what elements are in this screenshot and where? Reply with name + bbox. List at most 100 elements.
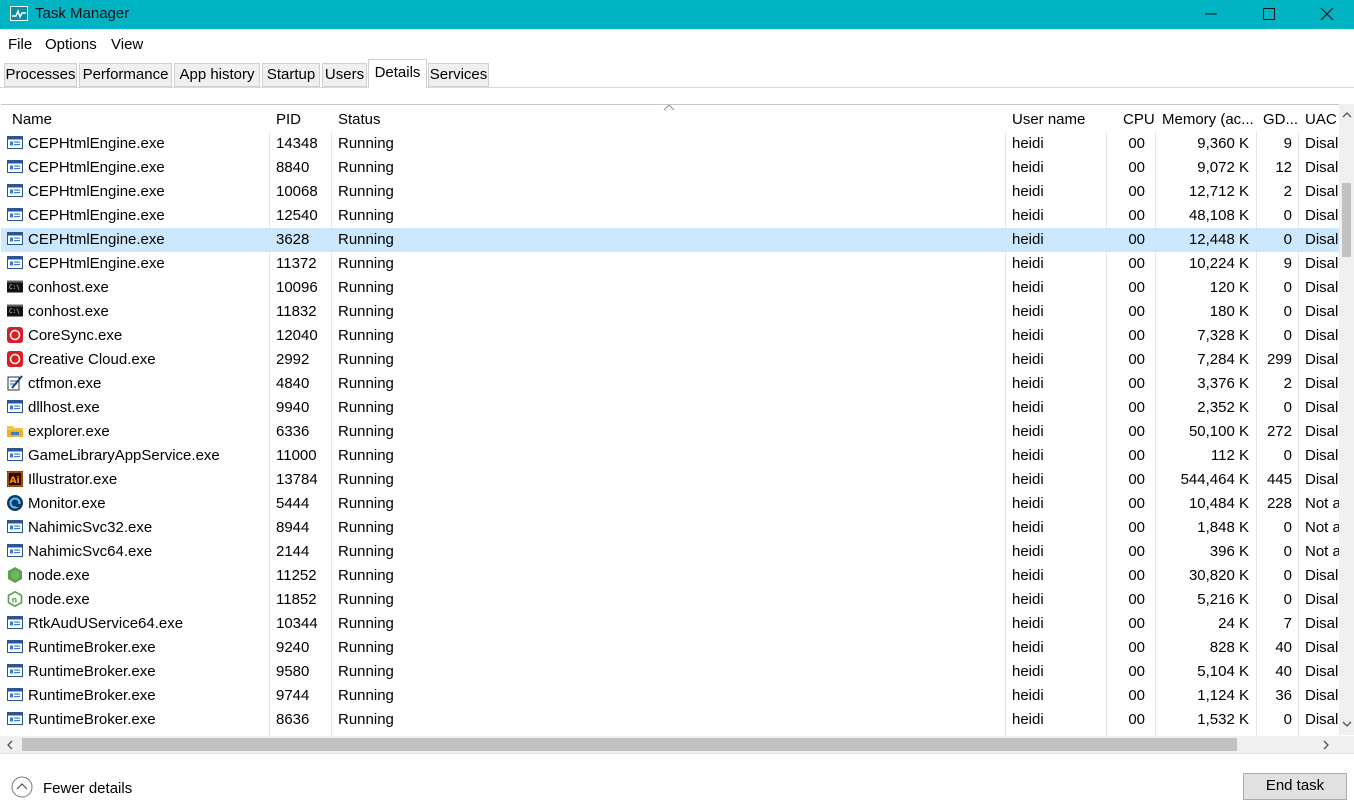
process-gdi: 2	[1283, 183, 1292, 200]
process-uac: Disal	[1305, 279, 1339, 296]
process-status: Running	[338, 471, 394, 488]
process-gdi: 0	[1283, 567, 1292, 584]
window-app-icon	[7, 183, 23, 199]
maximize-button[interactable]	[1240, 0, 1298, 29]
tab-processes[interactable]: Processes	[4, 63, 77, 87]
tab-performance[interactable]: Performance	[79, 63, 172, 87]
fewer-details-link[interactable]: Fewer details	[43, 780, 132, 797]
table-row[interactable]: Creative Cloud.exe 2992 Running heidi 00 7,28…	[1, 348, 1339, 372]
process-status: Running	[338, 423, 394, 440]
tab-services[interactable]: Services	[428, 63, 489, 87]
table-row[interactable]: CEPHtmlEngine.exe 14348 Running heidi 00 9,36…	[1, 132, 1339, 156]
process-gdi: 0	[1283, 399, 1292, 416]
svg-text:C:\: C:\	[9, 308, 20, 315]
table-row[interactable]: explorer.exe 6336 Running heidi 00 50,100 K 27…	[1, 420, 1339, 444]
column-header-pid[interactable]: PID	[276, 111, 301, 128]
table-row[interactable]: NahimicSvc32.exe 8944 Running heidi 00 1,848 …	[1, 516, 1339, 540]
table-row[interactable]: ctfmon.exe 4840 Running heidi 00 3,376 K 2 Disa…	[1, 372, 1339, 396]
column-header-uac[interactable]: UAC	[1305, 111, 1337, 128]
process-pid: 6336	[276, 423, 310, 440]
process-name: RuntimeBroker.exe	[28, 663, 156, 680]
table-row[interactable]: CEPHtmlEngine.exe 10068 Running heidi 00 12,7…	[1, 180, 1339, 204]
menu-file[interactable]: File	[8, 36, 32, 53]
process-cpu: 00	[1128, 135, 1145, 152]
vertical-scrollbar[interactable]	[1339, 104, 1354, 735]
chevron-up-circle-icon[interactable]	[10, 776, 40, 800]
scroll-left-icon[interactable]	[6, 740, 14, 750]
window-app-icon	[7, 255, 23, 271]
process-user: heidi	[1012, 615, 1044, 632]
process-uac: Disal	[1305, 711, 1339, 728]
tab-startup[interactable]: Startup	[262, 63, 320, 87]
column-header-status[interactable]: Status	[338, 111, 381, 128]
column-header-memory[interactable]: Memory (ac...	[1162, 111, 1254, 128]
scroll-down-icon[interactable]	[1342, 720, 1352, 728]
node-outline-icon: n	[7, 590, 23, 608]
process-name: conhost.exe	[28, 303, 109, 320]
process-cpu: 00	[1128, 615, 1145, 632]
table-row[interactable]: RuntimeBroker.exe 9240 Running heidi 00 828 K…	[1, 636, 1339, 660]
title-bar[interactable]: Task Manager	[0, 0, 1354, 29]
table-row[interactable]: C:\ conhost.exe 10096 Running heidi 00 120 K 0D…	[1, 276, 1339, 300]
column-header-gdi[interactable]: GD...	[1263, 111, 1298, 128]
details-table[interactable]: Name PID Status User name CPU Memory (ac…	[1, 104, 1339, 736]
table-row[interactable]: RuntimeBroker.exe 9744 Running heidi 00 1,124…	[1, 684, 1339, 708]
scroll-up-icon[interactable]	[1342, 111, 1352, 119]
process-name: CEPHtmlEngine.exe	[28, 231, 165, 248]
column-header-cpu[interactable]: CPU	[1123, 111, 1155, 128]
column-header-user-name[interactable]: User name	[1012, 111, 1085, 128]
process-status: Running	[338, 687, 394, 704]
tab-details[interactable]: Details	[368, 59, 427, 89]
table-row[interactable]: C:\ conhost.exe 11832 Running heidi 00 180 K 0D…	[1, 300, 1339, 324]
scroll-right-icon[interactable]	[1322, 740, 1330, 750]
process-uac: Disal	[1305, 591, 1339, 608]
table-row[interactable]: GameLibraryAppService.exe 11000 Running hei…	[1, 444, 1339, 468]
process-name: dllhost.exe	[28, 399, 100, 416]
table-row[interactable]: Monitor.exe 5444 Running heidi 00 10,484 K 228…	[1, 492, 1339, 516]
menu-view[interactable]: View	[111, 36, 143, 53]
column-header-name[interactable]: Name	[12, 111, 52, 128]
table-row[interactable]: RuntimeBroker.exe 9580 Running heidi 00 5,104…	[1, 660, 1339, 684]
process-user: heidi	[1012, 495, 1044, 512]
tab-app-history[interactable]: App history	[174, 63, 260, 87]
process-mem: 10,224 K	[1188, 255, 1249, 272]
process-uac: Disal	[1305, 207, 1339, 224]
horizontal-scroll-thumb[interactable]	[22, 738, 1237, 751]
table-row[interactable]: node.exe 11252 Running heidi 00 30,820 K 0 Disa…	[1, 564, 1339, 588]
table-row[interactable]: CEPHtmlEngine.exe 8840 Running heidi 00 9,072…	[1, 156, 1339, 180]
tab-users[interactable]: Users	[322, 63, 367, 87]
svg-text:C:\: C:\	[9, 284, 20, 291]
minimize-button[interactable]	[1182, 0, 1240, 29]
table-row[interactable]: NahimicSvc64.exe 2144 Running heidi 00 396 K 0…	[1, 540, 1339, 564]
process-uac: Disal	[1305, 423, 1339, 440]
close-button[interactable]	[1298, 0, 1354, 29]
table-row[interactable]: CoreSync.exe 12040 Running heidi 00 7,328 K 0D…	[1, 324, 1339, 348]
vertical-scroll-thumb[interactable]	[1342, 183, 1351, 257]
process-cpu: 00	[1128, 255, 1145, 272]
process-name: NahimicSvc32.exe	[28, 519, 153, 536]
pen-notepad-icon	[7, 375, 23, 391]
horizontal-scrollbar[interactable]	[0, 736, 1339, 753]
table-row[interactable]: RuntimeBroker.exe 8636 Running heidi 00 1,532…	[1, 708, 1339, 732]
process-gdi: 0	[1283, 231, 1292, 248]
process-cpu: 00	[1128, 423, 1145, 440]
process-mem: 1,848 K	[1197, 519, 1249, 536]
window-app-icon	[7, 159, 23, 175]
footer-bar: Fewer details End task	[0, 753, 1354, 811]
process-mem: 7,328 K	[1197, 327, 1249, 344]
table-row[interactable]: dllhost.exe 9940 Running heidi 00 2,352 K 0 Dis…	[1, 396, 1339, 420]
table-row[interactable]: CEPHtmlEngine.exe 12540 Running heidi 00 48,1…	[1, 204, 1339, 228]
menu-options[interactable]: Options	[45, 36, 97, 53]
process-user: heidi	[1012, 663, 1044, 680]
menu-bar: File Options View	[0, 29, 1354, 56]
table-row[interactable]: CEPHtmlEngine.exe 3628 Running heidi 00 12,44…	[1, 228, 1339, 252]
process-cpu: 00	[1128, 711, 1145, 728]
table-row[interactable]: n node.exe 11852 Running heidi 00 5,216 K 0 Disa…	[1, 588, 1339, 612]
end-task-button[interactable]: End task	[1243, 773, 1347, 800]
process-name: node.exe	[28, 567, 90, 584]
process-gdi: 0	[1283, 711, 1292, 728]
table-row[interactable]: CEPHtmlEngine.exe 11372 Running heidi 00 10,2…	[1, 252, 1339, 276]
process-cpu: 00	[1128, 231, 1145, 248]
table-row[interactable]: RtkAudUService64.exe 10344 Running heidi 00 2…	[1, 612, 1339, 636]
table-row[interactable]: Ai Illustrator.exe 13784 Running heidi 00 544,…	[1, 468, 1339, 492]
